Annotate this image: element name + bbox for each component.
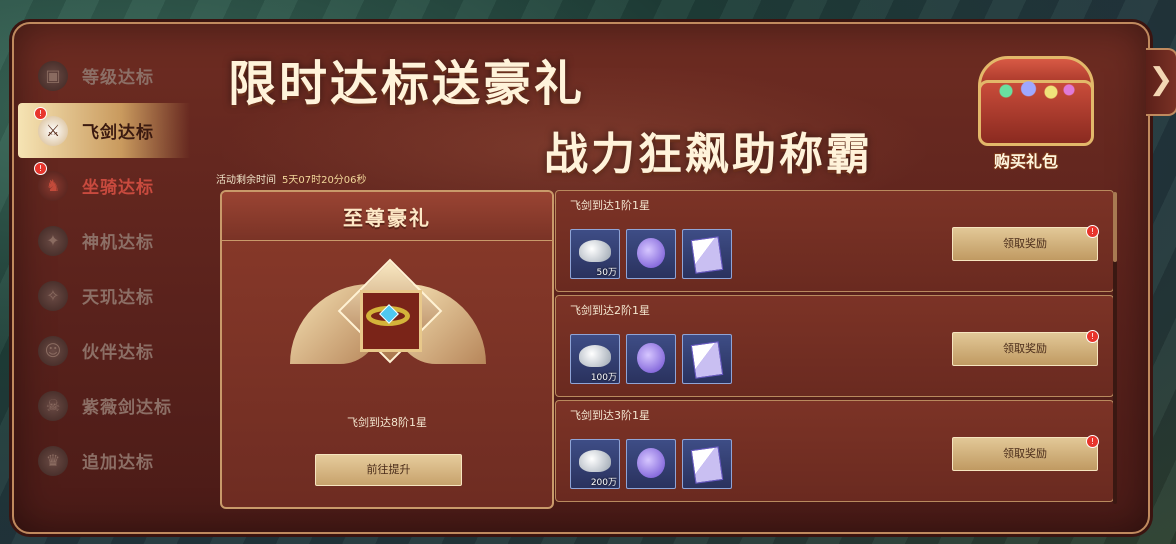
- alert-dot: !: [34, 107, 47, 120]
- sword-icon: ☠: [38, 390, 68, 421]
- claim-reward-button[interactable]: 领取奖励: [952, 437, 1098, 471]
- reward-row: 飞剑到达3阶1星 200万 领取奖励 !: [555, 400, 1114, 502]
- sidebar-item-label: 坐骑达标: [82, 178, 154, 198]
- cards-icon: [690, 446, 724, 484]
- reward-list: 飞剑到达1阶1星 50万 领取奖励 ! 飞剑到达2阶1星 100万 领取奖励 !…: [555, 190, 1115, 505]
- alert-dot: !: [1086, 225, 1099, 238]
- event-timer: 活动剩余时间 5天07时20分06秒: [216, 171, 367, 186]
- dragon-orb-icon: [637, 448, 665, 478]
- reward-row: 飞剑到达2阶1星 100万 领取奖励 !: [555, 295, 1114, 397]
- go-upgrade-button[interactable]: 前往提升: [315, 454, 462, 486]
- crown-icon: ♛: [38, 445, 68, 476]
- silver-ingot-icon: [579, 345, 611, 367]
- sidebar-item-label: 飞剑达标: [82, 123, 154, 143]
- alert-dot: !: [1086, 435, 1099, 448]
- timer-value: 5天07时20分06秒: [282, 175, 367, 186]
- buy-gift-pack-label: 购买礼包: [994, 152, 1059, 171]
- item-amount: 100万: [590, 373, 617, 383]
- silver-ingot-item[interactable]: 50万: [570, 229, 620, 279]
- flying-sword-icon: ⚔: [38, 115, 68, 146]
- sidebar-item-label: 追加达标: [82, 453, 154, 473]
- silver-ingot-icon: [579, 240, 611, 262]
- reward-list-scrollbar[interactable]: [1113, 192, 1117, 504]
- chevron-right-icon: ❯: [1148, 62, 1174, 97]
- sidebar-item-level[interactable]: ▣ 等级达标: [18, 48, 190, 103]
- sidebar-item-label: 紫薇剑达标: [82, 398, 172, 418]
- item-amount: 200万: [590, 478, 617, 488]
- reward-condition: 飞剑到达1阶1星: [570, 199, 650, 212]
- helm-icon: ✧: [38, 280, 68, 311]
- sidebar-item-flying-sword[interactable]: ! ⚔ 飞剑达标: [18, 103, 190, 158]
- close-button[interactable]: ❯: [1146, 48, 1176, 116]
- sidebar-item-label: 等级达标: [82, 68, 154, 88]
- flying-sword-item[interactable]: [626, 229, 676, 279]
- sidebar-item-partner[interactable]: ☺ 伙伴达标: [18, 323, 190, 378]
- winged-emblem: [290, 258, 486, 394]
- timer-label: 活动剩余时间: [216, 175, 276, 186]
- card-item[interactable]: [682, 439, 732, 489]
- silver-ingot-item[interactable]: 200万: [570, 439, 620, 489]
- horse-icon: ♞: [38, 170, 68, 201]
- sidebar-item-label: 天玑达标: [82, 288, 154, 308]
- sidebar: ▣ 等级达标 ! ⚔ 飞剑达标 ! ♞ 坐骑达标 ✦ 神机达标 ✧ 天玑达标 ☺…: [18, 48, 190, 488]
- dragon-orb-icon: [637, 238, 665, 268]
- dragon-orb-icon: [637, 343, 665, 373]
- supreme-gift-title: 至尊豪礼: [343, 206, 431, 230]
- supreme-condition: 飞剑到达8阶1星: [347, 416, 427, 429]
- alert-dot: !: [34, 162, 47, 175]
- gift-icon: ▣: [38, 60, 68, 91]
- reward-condition: 飞剑到达3阶1星: [570, 409, 650, 422]
- claim-reward-button[interactable]: 领取奖励: [952, 332, 1098, 366]
- mech-icon: ✦: [38, 225, 68, 256]
- banner-title-line2: 战力狂飙助称霸: [544, 129, 873, 180]
- sidebar-item-tianji[interactable]: ✧ 天玑达标: [18, 268, 190, 323]
- gems-icon: [988, 80, 1078, 102]
- sidebar-item-label: 神机达标: [82, 233, 154, 253]
- reward-row: 飞剑到达1阶1星 50万 领取奖励 !: [555, 190, 1114, 292]
- flying-sword-item[interactable]: [626, 334, 676, 384]
- sidebar-item-label: 伙伴达标: [82, 343, 154, 363]
- sidebar-item-ziwei-sword[interactable]: ☠ 紫薇剑达标: [18, 378, 190, 433]
- card-item[interactable]: [682, 334, 732, 384]
- supreme-gift-header: 至尊豪礼: [222, 192, 552, 241]
- cards-icon: [690, 236, 724, 274]
- reward-condition: 飞剑到达2阶1星: [570, 304, 650, 317]
- alert-dot: !: [1086, 330, 1099, 343]
- cards-icon: [690, 341, 724, 379]
- claim-reward-button[interactable]: 领取奖励: [952, 227, 1098, 261]
- flying-sword-item[interactable]: [626, 439, 676, 489]
- silver-ingot-icon: [579, 450, 611, 472]
- scroll-thumb[interactable]: [1113, 192, 1117, 262]
- sidebar-item-extra[interactable]: ♛ 追加达标: [18, 433, 190, 488]
- banner-title-line1: 限时达标送豪礼: [228, 56, 586, 112]
- partner-icon: ☺: [38, 335, 68, 366]
- item-amount: 50万: [596, 268, 617, 278]
- sidebar-item-mount[interactable]: ! ♞ 坐骑达标: [18, 158, 190, 213]
- silver-ingot-item[interactable]: 100万: [570, 334, 620, 384]
- supreme-gift-panel: 至尊豪礼 飞剑到达8阶1星 前往提升: [220, 190, 554, 509]
- sidebar-item-mech[interactable]: ✦ 神机达标: [18, 213, 190, 268]
- card-item[interactable]: [682, 229, 732, 279]
- buy-gift-pack-button[interactable]: 购买礼包: [960, 50, 1110, 171]
